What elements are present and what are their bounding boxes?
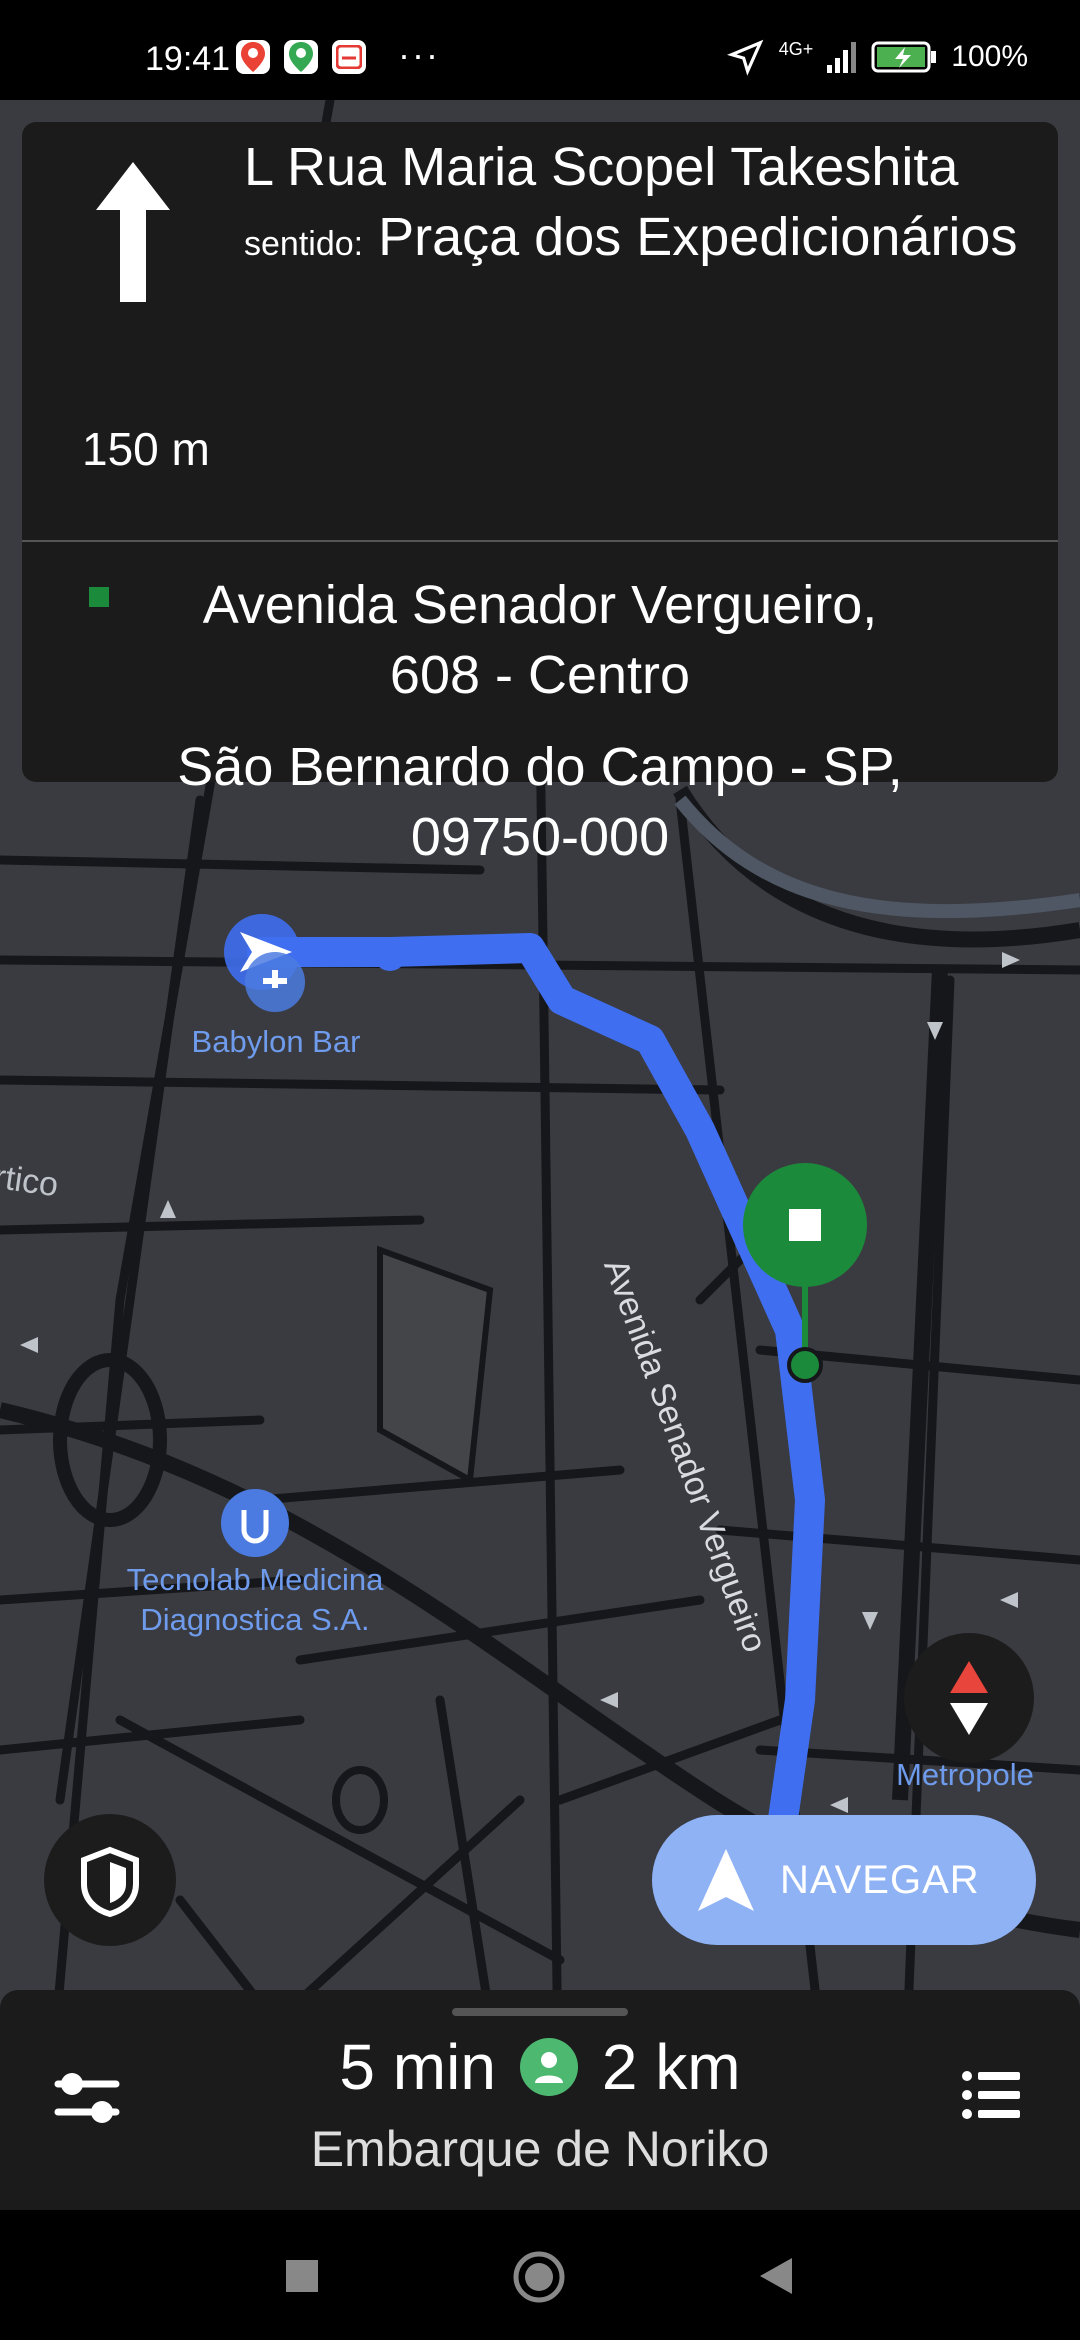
map-label-lab[interactable]: Tecnolab Medicina Diagnostica S.A. [120, 1560, 390, 1640]
trip-duration: 5 min [339, 2031, 496, 2103]
maneuver-street: L Rua Maria Scopel Takeshita [244, 137, 959, 197]
app-notification-icon [332, 40, 366, 74]
trip-subtitle: Embarque de Noriko [310, 2121, 770, 2177]
overflow-dots: ··· [398, 34, 440, 75]
notification-icons [236, 40, 366, 74]
trip-summary: 5 min 2 km [0, 2030, 1080, 2104]
list-menu-icon[interactable] [962, 2070, 1022, 2120]
destination-line2: São Bernardo do Campo - SP, 09750-000 [177, 737, 903, 867]
status-time: 19:41 [145, 40, 231, 78]
straight-arrow-icon [96, 162, 170, 302]
navigate-label: NAVEGAR [780, 1857, 980, 1902]
instruction-card[interactable]: 150 m L Rua Maria Scopel Takeshita senti… [22, 122, 1058, 867]
location-arrow-icon [726, 39, 764, 76]
navigate-button[interactable]: NAVEGAR [652, 1815, 1036, 1945]
trip-distance: 2 km [601, 2031, 741, 2103]
recents-icon[interactable] [284, 2258, 320, 2294]
signal-icon [827, 42, 857, 73]
trip-panel[interactable]: 5 min 2 km Embarque de Noriko [0, 1990, 1080, 2210]
destination-line1: Avenida Senador Vergueiro, 608 - Centro [202, 575, 878, 705]
map-label-partial: rtico [0, 1157, 61, 1205]
maneuver-distance: 150 m [82, 423, 210, 475]
direction-prefix: sentido: [244, 225, 364, 263]
network-type: 4G+ [778, 38, 814, 59]
shield-icon [81, 1846, 139, 1918]
navigation-arrow-icon [698, 1849, 754, 1911]
map-label-bar[interactable]: Babylon Bar [176, 1022, 376, 1062]
instruction-divider [22, 540, 1058, 542]
drag-handle[interactable] [452, 2008, 628, 2016]
compass-button[interactable] [904, 1633, 1034, 1763]
safety-button[interactable] [44, 1814, 176, 1946]
google-maps-icon [284, 40, 318, 74]
destination-address: Avenida Senador Vergueiro, 608 - Centro … [22, 570, 1058, 872]
passenger-icon [519, 2038, 578, 2096]
status-bar: 19:41 ··· 4G+ 100% [0, 0, 1080, 100]
direction-target: Praça dos Expedicionários [378, 207, 1018, 267]
google-maps-icon [236, 40, 270, 74]
compass-icon [950, 1661, 988, 1735]
system-nav-bar [0, 2210, 1080, 2340]
home-icon[interactable] [512, 2250, 566, 2304]
battery-level: 100% [951, 40, 1028, 73]
back-icon[interactable] [758, 2256, 794, 2296]
maneuver-direction: sentido: Praça dos Expedicionários [244, 202, 1024, 279]
maneuver-street-block: L Rua Maria Scopel Takeshita sentido: Pr… [244, 132, 1024, 279]
battery-charging-icon [871, 41, 937, 73]
